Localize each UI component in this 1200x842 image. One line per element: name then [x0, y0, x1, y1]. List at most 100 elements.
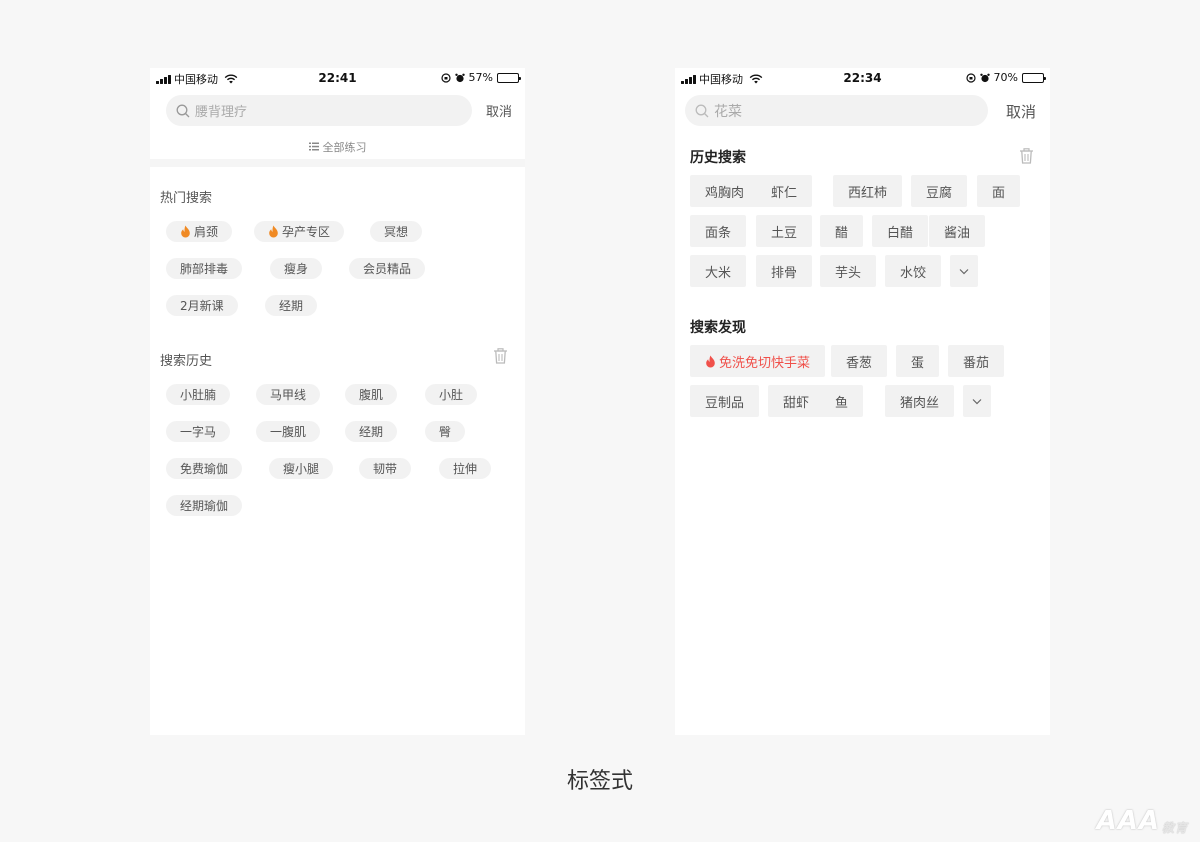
- filter-all-practice[interactable]: 全部练习: [150, 134, 525, 159]
- tag-label: 酱油: [944, 225, 971, 241]
- tag-label: 肩颈: [194, 225, 219, 239]
- battery-icon: [1022, 72, 1046, 83]
- tag-label: 肺部排毒: [180, 262, 229, 276]
- tag-item[interactable]: 瘦小腿: [269, 458, 334, 479]
- tag-item[interactable]: 韧带: [359, 458, 412, 479]
- tag-item[interactable]: 酱油: [929, 215, 986, 247]
- tag-item[interactable]: 甜虾: [768, 385, 825, 417]
- tag-item[interactable]: 臀: [425, 421, 466, 442]
- tag-item[interactable]: 小肚腩: [166, 384, 231, 405]
- fire-icon: [180, 225, 191, 238]
- tag-item[interactable]: 肺部排毒: [166, 258, 243, 279]
- tag-item[interactable]: 面: [977, 175, 1021, 207]
- status-bar: 中国移动 22:41 57%: [150, 68, 525, 88]
- phone-right: 中国移动 22:34 70% 花菜 取消 历史搜索 鸡胸肉 虾仁 西红柿 豆腐 面面条 土…: [675, 68, 1050, 735]
- tag-label: 经期瑜伽: [180, 499, 229, 513]
- tag-item[interactable]: 豆腐: [911, 175, 968, 207]
- tag-label: 西红柿: [848, 185, 888, 201]
- tag-item[interactable]: 免费瑜伽: [166, 458, 243, 479]
- search-placeholder: 花菜: [714, 103, 742, 120]
- tag-item[interactable]: 西红柿: [833, 175, 903, 207]
- tag-item[interactable]: 面条: [690, 215, 747, 247]
- tag-item[interactable]: 猪肉丝: [885, 385, 955, 417]
- cancel-button[interactable]: 取消: [1006, 101, 1036, 122]
- tag-item[interactable]: 芋头: [820, 255, 877, 287]
- tag-label: 鱼: [835, 395, 849, 411]
- status-bar: 中国移动 22:34 70%: [675, 68, 1050, 88]
- tag-label: 2月新课: [180, 299, 224, 313]
- tag-item[interactable]: 免洗免切快手菜: [690, 345, 826, 377]
- tag-label: 免费瑜伽: [180, 462, 229, 476]
- tag-item[interactable]: 白醋: [872, 215, 929, 247]
- tag-item[interactable]: 一腹肌: [256, 421, 321, 442]
- tag-label: 豆腐: [926, 185, 953, 201]
- tag-item[interactable]: 经期瑜伽: [166, 495, 243, 516]
- tag-item[interactable]: 虾仁: [756, 175, 813, 207]
- tag-item[interactable]: 醋: [820, 215, 864, 247]
- tag-item[interactable]: 排骨: [756, 255, 813, 287]
- tag-label: 醋: [835, 225, 849, 241]
- expand-more-button[interactable]: [950, 255, 978, 287]
- tag-label: 冥想: [384, 225, 409, 239]
- tag-item[interactable]: 冥想: [370, 221, 423, 242]
- tag-label: 一腹肌: [270, 425, 307, 439]
- fire-icon: [705, 355, 716, 368]
- tag-item[interactable]: 鸡胸肉: [690, 175, 760, 207]
- tag-item[interactable]: 番茄: [948, 345, 1005, 377]
- tag-item[interactable]: 土豆: [756, 215, 813, 247]
- tag-label: 猪肉丝: [900, 395, 940, 411]
- tag-label: 排骨: [771, 265, 798, 281]
- fire-icon: [268, 225, 279, 238]
- tag-item[interactable]: 孕产专区: [254, 221, 345, 242]
- watermark-logo: AAA 教育: [1097, 806, 1188, 836]
- caption: 标签式: [566, 769, 633, 794]
- tag-label: 白醋: [887, 225, 914, 241]
- tag-item[interactable]: 鱼: [820, 385, 864, 417]
- tag-label: 拉伸: [453, 462, 478, 476]
- tag-item[interactable]: 2月新课: [166, 295, 238, 316]
- tag-item[interactable]: 一字马: [166, 421, 231, 442]
- trash-icon[interactable]: [493, 348, 508, 364]
- alarm-icon: [454, 73, 465, 82]
- rotation-lock-icon: [440, 72, 451, 83]
- tag-label: 水饺: [900, 265, 927, 281]
- battery-percent: 70%: [993, 71, 1018, 84]
- tag-item[interactable]: 腹肌: [345, 384, 398, 405]
- tag-item[interactable]: 马甲线: [256, 384, 321, 405]
- search-icon: [176, 104, 190, 117]
- tag-label: 经期: [359, 425, 384, 439]
- search-input[interactable]: 花菜: [685, 95, 988, 126]
- tag-label: 鸡胸肉: [705, 185, 745, 201]
- divider: [150, 159, 525, 167]
- tag-item[interactable]: 水饺: [885, 255, 942, 287]
- tag-item[interactable]: 拉伸: [439, 458, 492, 479]
- search-icon: [695, 104, 709, 117]
- cancel-button[interactable]: 取消: [486, 101, 512, 120]
- tag-item[interactable]: 经期: [265, 295, 318, 316]
- chevron-down-icon: [959, 268, 969, 275]
- tag-item[interactable]: 豆制品: [690, 385, 760, 417]
- tag-label: 孕产专区: [282, 225, 331, 239]
- alarm-icon: [979, 73, 990, 82]
- tag-item[interactable]: 经期: [345, 421, 398, 442]
- expand-more-button[interactable]: [963, 385, 991, 417]
- tag-item[interactable]: 蛋: [896, 345, 940, 377]
- battery-percent: 57%: [468, 71, 493, 84]
- tag-item[interactable]: 香葱: [831, 345, 888, 377]
- tag-item[interactable]: 瘦身: [270, 258, 323, 279]
- trash-icon[interactable]: [1019, 148, 1034, 164]
- tag-item[interactable]: 肩颈: [166, 221, 233, 242]
- tag-label: 经期: [279, 299, 304, 313]
- search-input[interactable]: 腰背理疗: [166, 95, 472, 126]
- tag-label: 大米: [705, 265, 732, 281]
- tag-label: 豆制品: [705, 395, 745, 411]
- tag-label: 腹肌: [359, 388, 384, 402]
- tag-label: 面条: [705, 225, 732, 241]
- tag-item[interactable]: 小肚: [425, 384, 478, 405]
- tag-item[interactable]: 大米: [690, 255, 747, 287]
- tag-item[interactable]: 会员精品: [349, 258, 426, 279]
- tag-label: 马甲线: [270, 388, 307, 402]
- search-discover-title: 搜索发现: [690, 320, 746, 336]
- tag-label: 小肚腩: [180, 388, 217, 402]
- chevron-down-icon: [972, 398, 982, 405]
